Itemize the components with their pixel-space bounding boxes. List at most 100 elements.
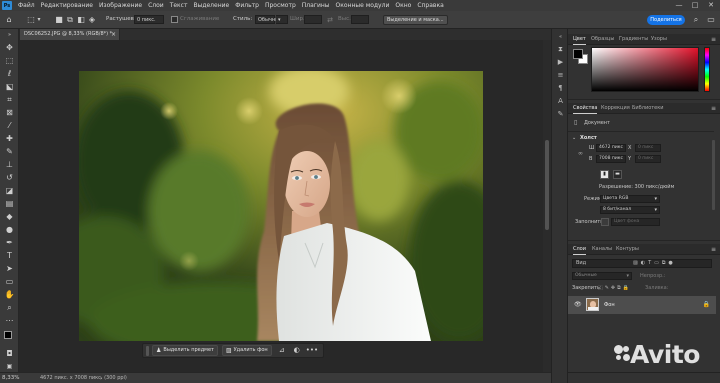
glyphs-panel-icon[interactable]: ≡ (556, 71, 565, 80)
tab-patterns[interactable]: Узоры (651, 34, 667, 45)
menu-image[interactable]: Изображение (96, 2, 145, 9)
foreground-color-swatch[interactable] (4, 331, 12, 339)
adjustment-icon[interactable]: ◐ (291, 345, 303, 356)
menu-plugins[interactable]: Плагины (299, 2, 333, 9)
canvas-x-input[interactable]: 0 пикс (635, 144, 661, 152)
link-dimensions-icon[interactable]: ∞ (578, 150, 583, 157)
canvas-section-toggle[interactable]: ⌄ (572, 135, 576, 141)
move-tool-icon[interactable]: ✥ (4, 43, 15, 52)
remove-background-button[interactable]: ▨ Удалить фон (221, 345, 272, 356)
tab-layers[interactable]: Слои (573, 244, 586, 255)
brush-tool-icon[interactable]: ✎ (4, 147, 15, 156)
menu-view[interactable]: Просмотр (262, 2, 299, 9)
lock-icons[interactable]: ⬚✎✥⧉🔒 (598, 285, 631, 291)
scrollbar-thumb[interactable] (545, 140, 549, 230)
canvas-y-input[interactable]: 0 пикс (635, 155, 661, 163)
panel-menu-icon[interactable]: ≡ (711, 103, 716, 114)
swap-icon[interactable]: ⇄ (325, 15, 335, 25)
character-panel-icon[interactable]: A (556, 97, 565, 106)
crop-tool-icon[interactable]: ⌗ (4, 95, 15, 104)
screen-mode-icon[interactable]: ▣ (4, 362, 15, 371)
home-icon[interactable]: ⌂ (4, 15, 14, 25)
menu-text[interactable]: Текст (167, 2, 191, 9)
share-button[interactable]: Поделиться (647, 15, 685, 25)
menu-window-modules[interactable]: Оконные модули (333, 2, 393, 9)
eye-icon[interactable]: 👁 (574, 301, 582, 308)
history-brush-icon[interactable]: ↺ (4, 173, 15, 182)
menu-filter[interactable]: Фильтр (232, 2, 262, 9)
menu-file[interactable]: Файл (15, 2, 38, 9)
tab-channels[interactable]: Каналы (592, 244, 612, 255)
eyedropper-tool-icon[interactable]: ⁄ (4, 121, 15, 130)
landscape-orientation-icon[interactable]: ▬ (613, 170, 622, 179)
frame-tool-icon[interactable]: ⊠ (4, 108, 15, 117)
panel-menu-icon[interactable]: ≡ (711, 34, 716, 45)
lock-icon[interactable]: 🔒 (703, 301, 710, 308)
fill-select[interactable]: Цвет фона (611, 218, 660, 226)
actions-panel-icon[interactable]: ▶ (556, 58, 565, 67)
add-selection-icon[interactable]: ⧉ (65, 15, 75, 25)
menu-window[interactable]: Окно (392, 2, 414, 9)
marquee-tool-icon[interactable]: ⬚ (4, 56, 15, 65)
transform-icon[interactable]: ⊿ (276, 345, 288, 356)
more-tools-icon[interactable]: ⋯ (4, 316, 15, 325)
dodge-tool-icon[interactable]: ● (4, 225, 15, 234)
intersect-selection-icon[interactable]: ◈ (87, 15, 97, 25)
bit-depth-select[interactable]: 8 бит/канал ▾ (600, 206, 660, 214)
document-image[interactable] (79, 71, 483, 341)
layer-filter-kind[interactable]: Вид (576, 260, 586, 267)
pen-tool-icon[interactable]: ✒ (4, 238, 15, 247)
history-panel-icon[interactable]: ⧗ (556, 45, 565, 54)
feather-input[interactable]: 0 пикс. (134, 15, 164, 24)
shape-tool-icon[interactable]: ▭ (4, 277, 15, 286)
minimize-button[interactable]: — (673, 1, 685, 10)
canvas-vertical-scrollbar[interactable] (543, 40, 551, 372)
canvas-width-input[interactable]: 4672 пикс (596, 144, 626, 152)
panel-menu-icon[interactable]: ≡ (711, 244, 716, 255)
search-icon[interactable]: ⌕ (691, 15, 701, 25)
hue-slider[interactable] (704, 47, 710, 92)
taskbar-grip[interactable] (146, 345, 149, 356)
properties-scrollbar[interactable] (712, 140, 715, 210)
chevron-down-icon[interactable]: ▾ (34, 15, 44, 25)
layer-filter-bar[interactable]: Вид ▨◐T▭⧉● (572, 259, 712, 268)
tab-properties[interactable]: Свойства (573, 103, 598, 114)
menu-help[interactable]: Справка (414, 2, 446, 9)
tab-swatches[interactable]: Образцы (591, 34, 614, 45)
zoom-level[interactable]: 8,33% (2, 373, 19, 383)
layer-filter-icons[interactable]: ▨◐T▭⧉● (633, 260, 676, 267)
eraser-tool-icon[interactable]: ◪ (4, 186, 15, 195)
brush-settings-icon[interactable]: ✎ (556, 110, 565, 119)
color-picker-field[interactable] (591, 47, 699, 92)
type-tool-icon[interactable]: T (4, 251, 15, 260)
hand-tool-icon[interactable]: ✋ (4, 290, 15, 299)
width-input[interactable] (304, 15, 322, 24)
gradient-tool-icon[interactable]: ▤ (4, 199, 15, 208)
path-select-icon[interactable]: ➤ (4, 264, 15, 273)
color-mode-select[interactable]: Цвета RGB ▾ (600, 195, 660, 203)
menu-layers[interactable]: Слои (145, 2, 167, 9)
foreground-color-swatch[interactable] (573, 49, 583, 59)
tab-gradients[interactable]: Градиенты (619, 34, 648, 45)
layer-name[interactable]: Фон (604, 296, 615, 314)
blend-mode-select[interactable]: Обычные ▾ (572, 272, 632, 280)
canvas-height-input[interactable]: 7008 пикс (596, 155, 626, 163)
stamp-tool-icon[interactable]: ⊥ (4, 160, 15, 169)
menu-edit[interactable]: Редактирование (38, 2, 96, 9)
document-info[interactable]: 4672 пикс. x 7008 пикс. (300 ppi) (40, 373, 127, 383)
zoom-tool-icon[interactable]: ⌕ (4, 303, 15, 312)
tab-adjustments[interactable]: Коррекция (601, 103, 630, 114)
close-tab-icon[interactable]: × (111, 29, 116, 40)
new-selection-icon[interactable]: ■ (54, 15, 64, 25)
style-select-caret[interactable]: ▾ (276, 15, 288, 24)
object-select-tool-icon[interactable]: ⬕ (4, 82, 15, 91)
antialias-checkbox[interactable] (171, 16, 178, 23)
blur-tool-icon[interactable]: ◆ (4, 212, 15, 221)
layer-row[interactable]: 👁 Фон 🔒 (568, 296, 716, 314)
lasso-tool-icon[interactable]: ℓ (4, 69, 15, 78)
more-options-icon[interactable]: ••• (306, 345, 318, 356)
tab-libraries[interactable]: Библиотеки (632, 103, 664, 114)
status-menu-arrow[interactable]: › (100, 373, 102, 383)
select-and-mask-button[interactable]: Выделение и маска... (383, 15, 448, 25)
healing-brush-icon[interactable]: ✚ (4, 134, 15, 143)
